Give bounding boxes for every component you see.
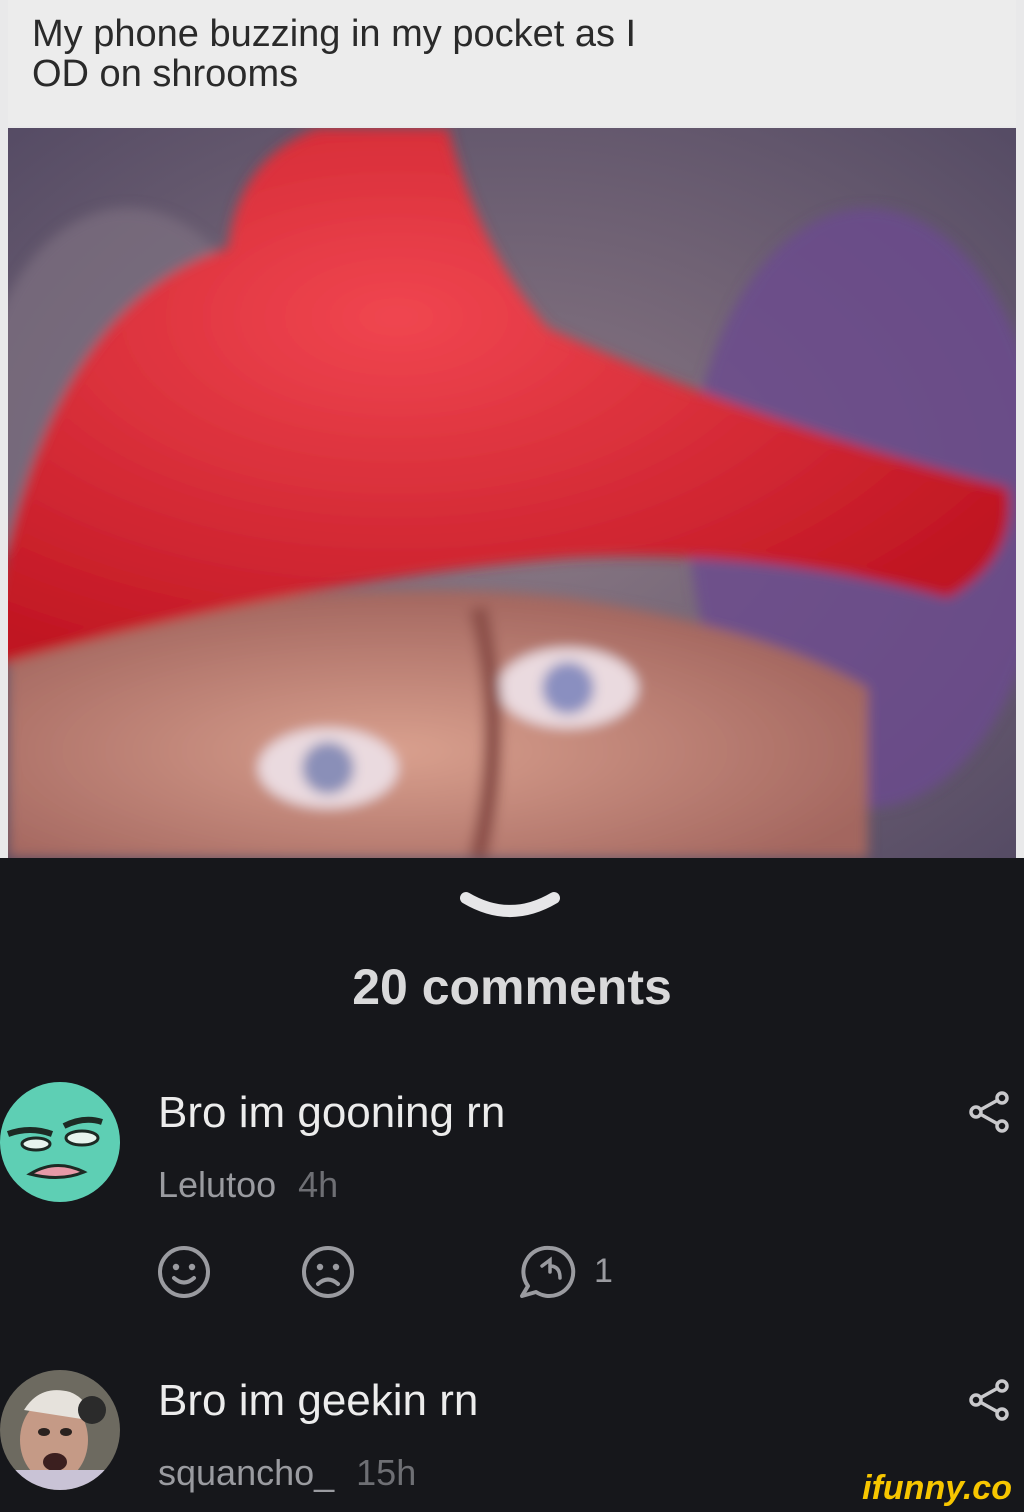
comment-text: Bro im gooning rn bbox=[158, 1088, 506, 1137]
comment-item: Bro im gooning rn Lelutoo 4h 1 bbox=[0, 1080, 1024, 1310]
avatar[interactable] bbox=[0, 1370, 120, 1490]
comment-meta: squancho_ 15h bbox=[158, 1452, 416, 1494]
ifunny-watermark: ifunny.co bbox=[862, 1469, 1012, 1507]
avatar[interactable] bbox=[0, 1082, 120, 1202]
comment-actions: 1 bbox=[156, 1244, 656, 1300]
comment-username[interactable]: squancho_ bbox=[158, 1452, 334, 1493]
comments-count: 20 comments bbox=[352, 959, 672, 1015]
comment-text: Bro im geekin rn bbox=[158, 1376, 479, 1425]
share-icon[interactable] bbox=[968, 1378, 1012, 1422]
frown-icon[interactable] bbox=[300, 1244, 356, 1300]
comment-time: 4h bbox=[298, 1164, 339, 1205]
meme-image[interactable]: My phone buzzing in my pocket as I OD on… bbox=[0, 0, 1024, 858]
meme-caption: My phone buzzing in my pocket as I OD on… bbox=[8, 0, 1016, 126]
comment-meta: Lelutoo 4h bbox=[158, 1164, 338, 1206]
reply-count: 1 bbox=[594, 1252, 613, 1290]
meme-caption-line1: My phone buzzing in my pocket as I bbox=[32, 13, 637, 55]
smile-icon[interactable] bbox=[156, 1244, 212, 1300]
comment-time: 15h bbox=[356, 1452, 417, 1493]
comment-username[interactable]: Lelutoo bbox=[158, 1164, 276, 1205]
chevron-down-icon[interactable] bbox=[458, 888, 562, 928]
meme-caption-line2: OD on shrooms bbox=[32, 53, 299, 95]
meme-photo bbox=[8, 128, 1016, 858]
reply-icon[interactable] bbox=[520, 1244, 580, 1300]
share-icon[interactable] bbox=[968, 1090, 1012, 1134]
